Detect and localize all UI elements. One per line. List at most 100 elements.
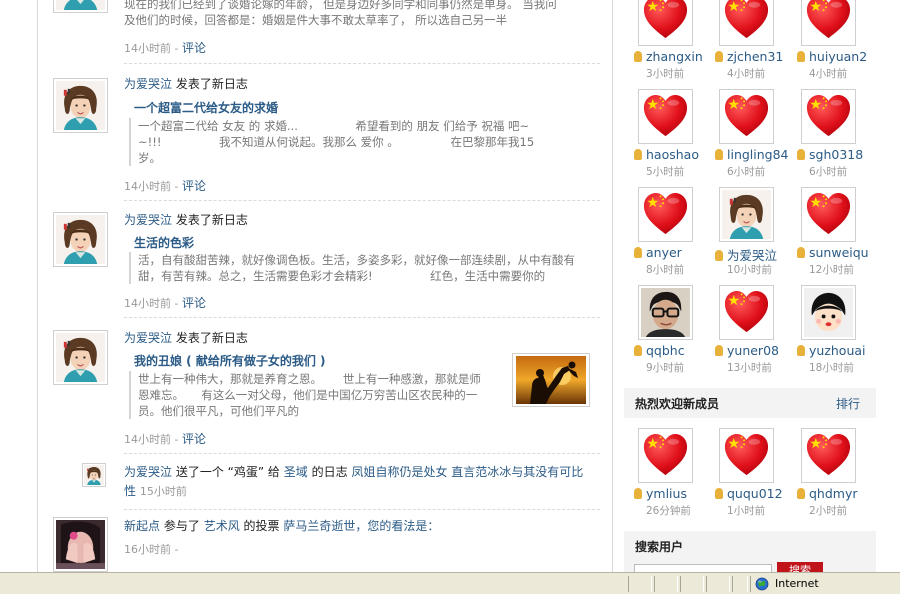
- user-link[interactable]: 为爱哭泣: [124, 77, 172, 91]
- comment-link[interactable]: 评论: [182, 179, 206, 193]
- meta-separator: -: [171, 543, 179, 556]
- heart-flag-icon[interactable]: [719, 0, 774, 46]
- member-name[interactable]: huiyuan2: [809, 49, 867, 64]
- heart-flag-icon[interactable]: [719, 89, 774, 144]
- member-name[interactable]: ququ012: [727, 486, 783, 501]
- cartoon-face-icon[interactable]: [801, 285, 856, 340]
- heart-flag-icon[interactable]: [638, 89, 693, 144]
- member-card[interactable]: ymlius 26分钟前: [634, 428, 714, 524]
- member-time: 8小时前: [646, 264, 685, 276]
- woman-photo-icon[interactable]: [719, 187, 774, 242]
- status-panel: [654, 576, 678, 592]
- ranking-link[interactable]: 排行: [836, 395, 860, 412]
- user-avatar[interactable]: [53, 517, 108, 572]
- heart-flag-icon[interactable]: [801, 428, 856, 483]
- excerpt-line: 现在的我们已经到了谈婚论嫁的年龄， 但是身边好多同学和同事仍然是单身。 当我问: [124, 0, 557, 11]
- member-card[interactable]: ququ012 1小时前: [715, 428, 795, 524]
- member-card[interactable]: 为爱哭泣 10小时前: [715, 187, 795, 283]
- heart-flag-icon[interactable]: [638, 187, 693, 242]
- activity-action: 送了一个 “鸡蛋” 给: [175, 465, 280, 479]
- bulb-icon: [715, 250, 723, 261]
- poll-title-link[interactable]: 萨马兰奇逝世，您的看法是：: [283, 519, 439, 533]
- user-avatar-small[interactable]: [82, 463, 106, 487]
- user-link[interactable]: 为爱哭泣: [124, 465, 172, 479]
- timestamp: 14小时前: [124, 297, 171, 310]
- bulb-icon: [634, 345, 642, 356]
- user-link[interactable]: 为爱哭泣: [124, 331, 172, 345]
- bulb-icon: [715, 488, 723, 499]
- feed-item: 为爱哭泣 发表了新日志 一个超富二代给女友的求婚 一个超富二代给 女友 的 求婚…: [38, 75, 612, 205]
- heart-flag-icon[interactable]: [719, 285, 774, 340]
- excerpt-line: 员。他们很平凡，可他们平凡的: [138, 404, 299, 418]
- member-card[interactable]: zjchen31 4小时前: [715, 0, 795, 87]
- blog-title-link[interactable]: 生活的色彩: [134, 234, 194, 251]
- bulb-icon: [797, 51, 805, 62]
- activity-action: 的日志: [311, 465, 348, 479]
- user-link[interactable]: 新起点: [124, 519, 160, 533]
- member-name[interactable]: haoshao: [646, 147, 699, 162]
- target-user-link[interactable]: 圣域: [284, 465, 308, 479]
- excerpt-line: ~!!! 我不知道从何说起。我那么 爱你 。 在巴黎那年我15: [138, 135, 535, 149]
- bulb-icon: [634, 51, 642, 62]
- timestamp: 14小时前: [124, 433, 171, 446]
- user-link[interactable]: 为爱哭泣: [124, 213, 172, 227]
- blog-title-link[interactable]: 我的丑娘 ( 献给所有做子女的我们 ): [134, 352, 326, 369]
- comment-link[interactable]: 评论: [182, 41, 206, 55]
- security-zone-panel[interactable]: Internet: [750, 576, 900, 592]
- target-user-link[interactable]: 艺术风: [204, 519, 240, 533]
- member-name[interactable]: zhangxin: [646, 49, 703, 64]
- member-name[interactable]: sunweiqu: [809, 245, 869, 260]
- comment-link[interactable]: 评论: [182, 296, 206, 310]
- heart-flag-icon[interactable]: [638, 0, 693, 46]
- member-name[interactable]: 为爱哭泣: [727, 248, 777, 263]
- member-card[interactable]: qhdmyr 2小时前: [797, 428, 877, 524]
- heart-flag-icon[interactable]: [638, 428, 693, 483]
- member-name[interactable]: ymlius: [646, 486, 687, 501]
- member-card[interactable]: sunweiqu 12小时前: [797, 187, 877, 283]
- search-button[interactable]: 搜索: [777, 562, 823, 572]
- status-panel: [628, 576, 652, 592]
- bulb-icon: [797, 345, 805, 356]
- user-avatar[interactable]: [53, 78, 108, 133]
- heart-flag-icon[interactable]: [719, 428, 774, 483]
- heart-flag-icon[interactable]: [801, 0, 856, 46]
- user-avatar[interactable]: [53, 0, 108, 13]
- bulb-icon: [715, 51, 723, 62]
- member-name[interactable]: zjchen31: [727, 49, 783, 64]
- member-name[interactable]: anyer: [646, 245, 682, 260]
- post-meta: 14小时前 - 评论: [124, 39, 206, 56]
- heart-flag-icon[interactable]: [801, 89, 856, 144]
- member-name[interactable]: qhdmyr: [809, 486, 858, 501]
- member-time: 5小时前: [646, 166, 685, 178]
- excerpt-line: 活，自有酸甜苦辣，就好像调色板。生活，多姿多彩，就好像一部连续剧，从中有酸有: [138, 253, 575, 267]
- member-card[interactable]: yuner08 13小时前: [715, 285, 795, 381]
- user-avatar[interactable]: [53, 330, 108, 385]
- member-card[interactable]: huiyuan2 4小时前: [797, 0, 877, 87]
- activity-text: 为爱哭泣 送了一个 “鸡蛋” 给 圣域 的日志 凤姐自称仍是处女 直言范冰冰与其…: [124, 463, 600, 501]
- blog-title-link[interactable]: 凤姐自称仍是处女 直言范冰冰与其没有可比: [351, 465, 583, 479]
- member-card[interactable]: lingling84 6小时前: [715, 89, 795, 185]
- search-user-input[interactable]: [634, 564, 772, 572]
- man-glasses-photo-icon[interactable]: [638, 285, 693, 340]
- divider: [124, 63, 600, 64]
- blog-title-link[interactable]: 一个超富二代给女友的求婚: [134, 99, 278, 116]
- comment-link[interactable]: 评论: [182, 432, 206, 446]
- member-card[interactable]: sgh0318 6小时前: [797, 89, 877, 185]
- member-card[interactable]: anyer 8小时前: [634, 187, 714, 283]
- member-name[interactable]: sgh0318: [809, 147, 863, 162]
- member-card[interactable]: haoshao 5小时前: [634, 89, 714, 185]
- member-name[interactable]: yuner08: [727, 343, 779, 358]
- member-card[interactable]: qqbhc 9小时前: [634, 285, 714, 381]
- member-card[interactable]: yuzhouai 18小时前: [797, 285, 877, 381]
- member-name[interactable]: yuzhouai: [809, 343, 866, 358]
- user-avatar[interactable]: [53, 212, 108, 267]
- member-card[interactable]: zhangxin 3小时前: [634, 0, 714, 87]
- divider: [124, 509, 600, 510]
- post-meta: 14小时前 - 评论: [124, 177, 206, 194]
- post-thumbnail-image[interactable]: [512, 353, 590, 407]
- member-name[interactable]: lingling84: [727, 147, 789, 162]
- blog-title-link[interactable]: 性: [124, 484, 136, 498]
- timestamp: 16小时前: [124, 543, 171, 556]
- member-name[interactable]: qqbhc: [646, 343, 685, 358]
- heart-flag-icon[interactable]: [801, 187, 856, 242]
